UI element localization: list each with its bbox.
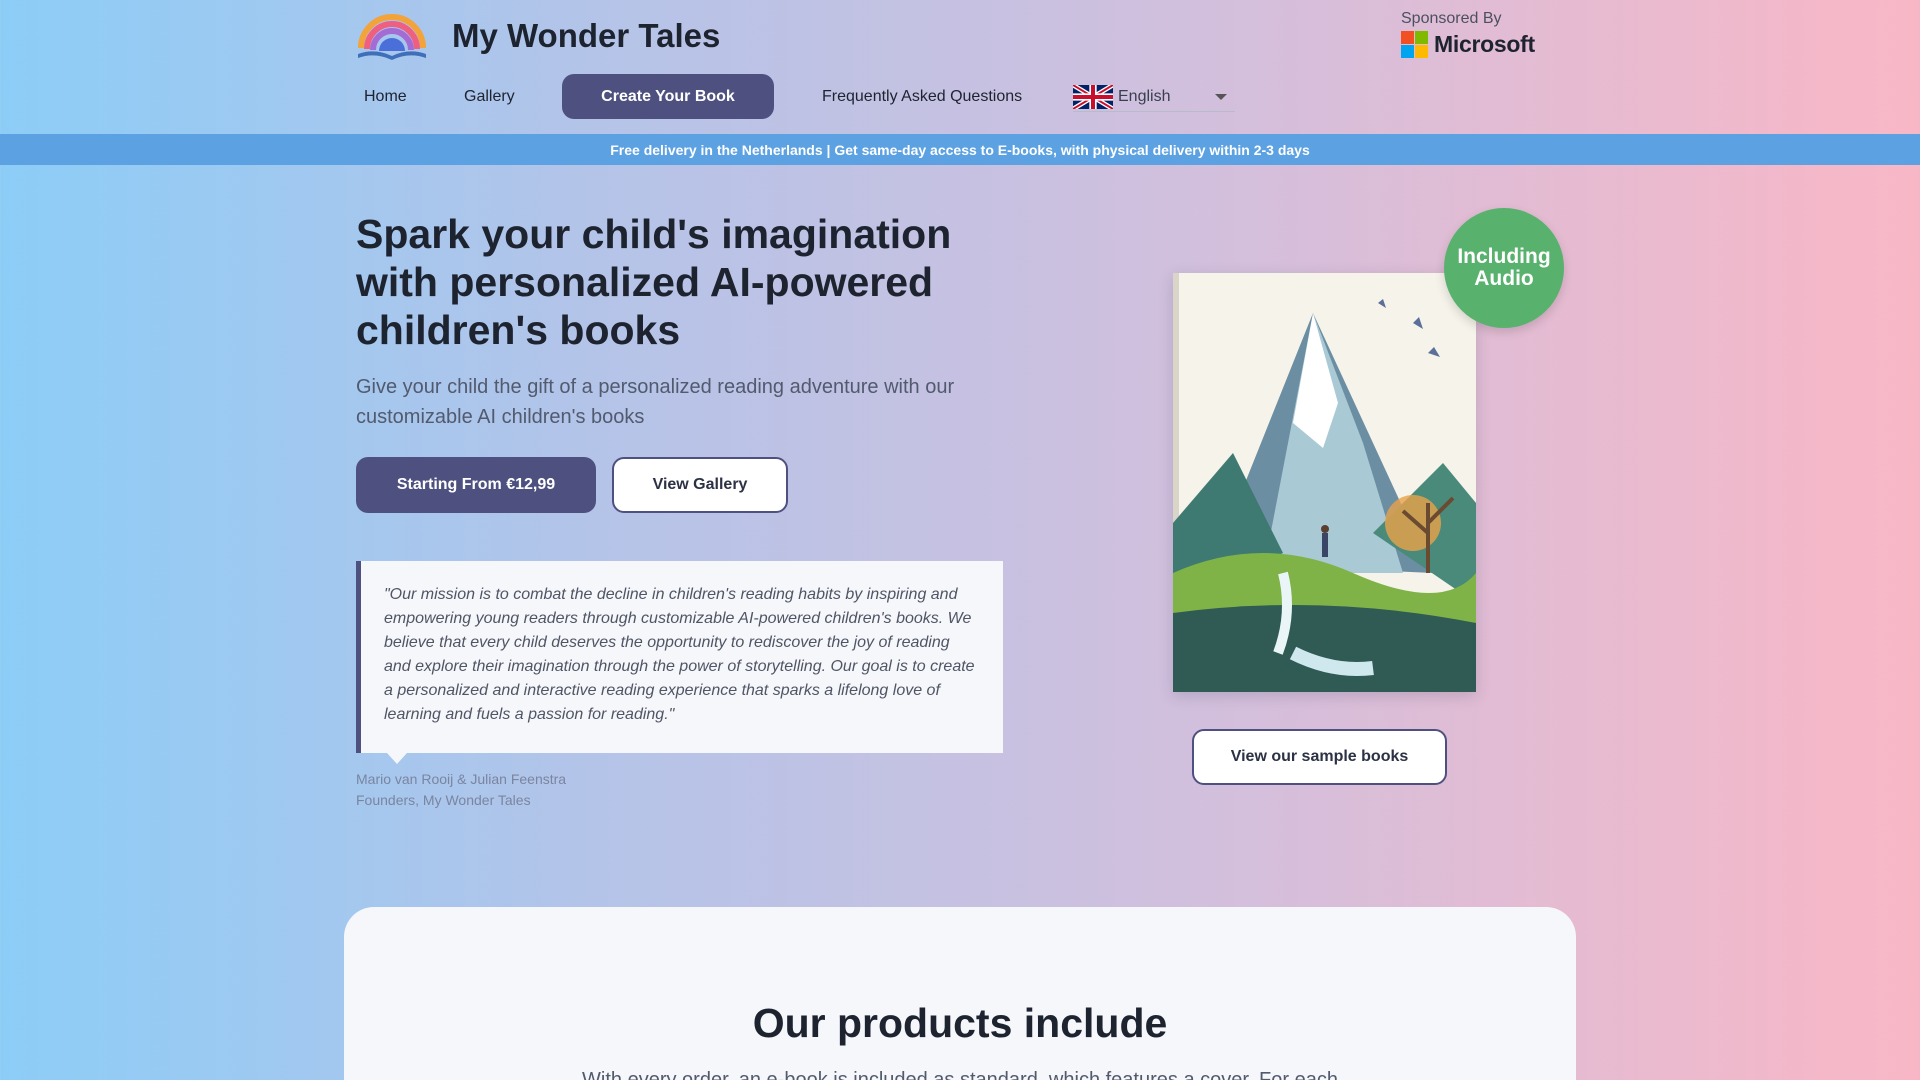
view-sample-books-button[interactable]: View our sample books — [1192, 729, 1447, 785]
nav-gallery[interactable]: Gallery — [464, 88, 515, 106]
delivery-banner: Free delivery in the Netherlands | Get s… — [0, 134, 1920, 165]
including-audio-badge: Including Audio — [1444, 208, 1564, 328]
mountain-illustration — [1173, 273, 1476, 692]
book-cover-image — [1173, 273, 1476, 692]
products-section: Our products include With every order, a… — [344, 907, 1576, 1080]
main-nav: Home Gallery Create Your Book Frequently… — [0, 74, 1920, 120]
quote-role: Founders, My Wonder Tales — [356, 792, 531, 808]
products-subtitle: With every order, an e-book is included … — [582, 1069, 1338, 1080]
uk-flag-icon — [1073, 84, 1113, 109]
quote-author: Mario van Rooij & Julian Feenstra — [356, 771, 567, 787]
nav-faq[interactable]: Frequently Asked Questions — [822, 88, 1022, 106]
site-header: My Wonder Tales Sponsored By Microsoft H… — [0, 0, 1920, 134]
audio-badge-text: Including Audio — [1457, 245, 1551, 290]
quote-text: "Our mission is to combat the decline in… — [384, 586, 975, 723]
banner-text: Free delivery in the Netherlands | Get s… — [610, 141, 1310, 158]
sponsor-block: Sponsored By Microsoft — [1401, 10, 1535, 58]
microsoft-logo: Microsoft — [1401, 31, 1535, 58]
hero-subtitle: Give your child the gift of a personaliz… — [356, 376, 955, 428]
rainbow-book-icon[interactable] — [355, 12, 429, 62]
microsoft-squares-icon — [1401, 31, 1428, 58]
language-select[interactable]: English — [1073, 82, 1235, 112]
view-gallery-button[interactable]: View Gallery — [612, 457, 788, 513]
nav-home[interactable]: Home — [364, 88, 407, 106]
chevron-down-icon — [1215, 93, 1227, 100]
brand-name[interactable]: My Wonder Tales — [452, 17, 720, 55]
mission-quote: "Our mission is to combat the decline in… — [356, 561, 1003, 764]
create-your-book-button[interactable]: Create Your Book — [562, 74, 774, 119]
products-title: Our products include — [752, 1000, 1168, 1046]
quote-attribution: Mario van Rooij & Julian Feenstra Founde… — [356, 769, 566, 811]
sponsor-label: Sponsored By — [1401, 10, 1502, 27]
sponsor-company: Microsoft — [1434, 31, 1535, 57]
starting-price-button[interactable]: Starting From €12,99 — [356, 457, 596, 513]
quote-tail — [387, 753, 407, 764]
hero-title: Spark your child's imagination with pers… — [356, 211, 952, 353]
language-label: English — [1118, 87, 1171, 105]
